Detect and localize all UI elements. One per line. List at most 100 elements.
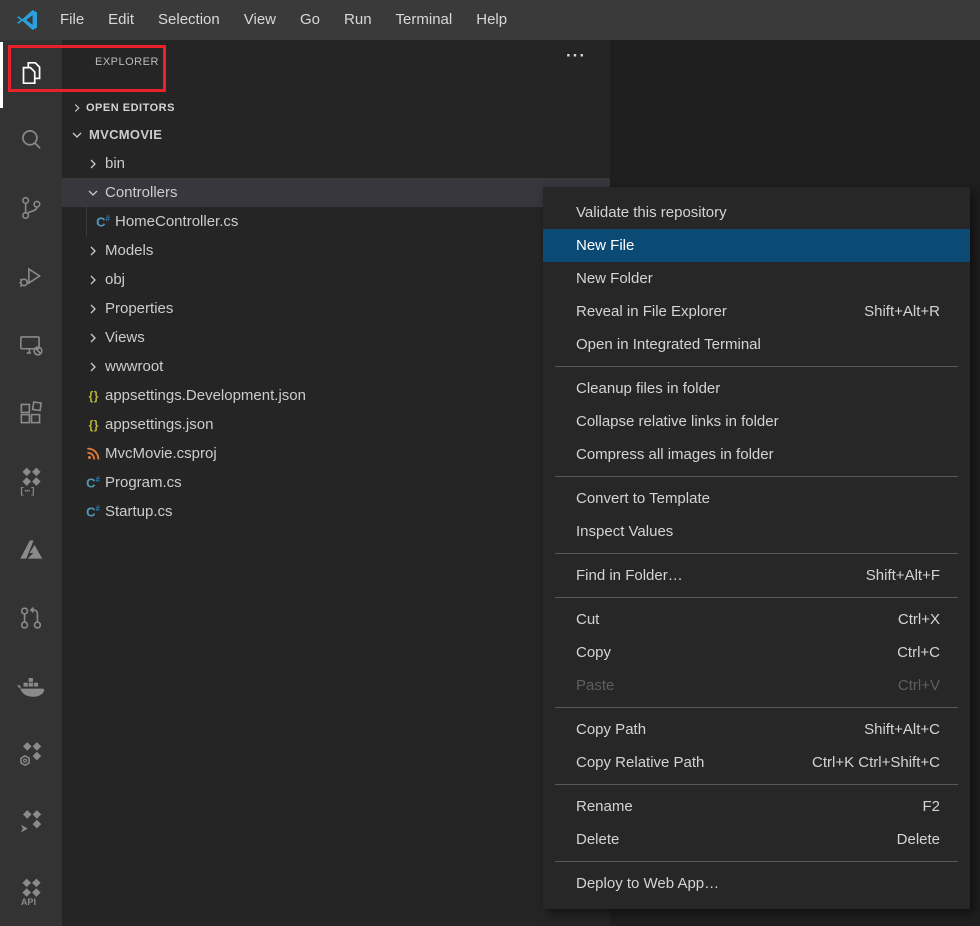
chevron-right-icon xyxy=(84,301,102,317)
menu-item-label: Copy Path xyxy=(576,721,864,738)
menu-item-shortcut: Ctrl+K Ctrl+Shift+C xyxy=(812,754,940,771)
menu-item-find-in-folder[interactable]: Find in Folder…Shift+Alt+F xyxy=(543,559,970,592)
tree-item-homecontroller-cs[interactable]: C#HomeController.cs xyxy=(62,207,610,236)
json-icon: { } xyxy=(84,416,102,434)
menu-terminal[interactable]: Terminal xyxy=(384,0,465,40)
activity-extensions-button[interactable] xyxy=(0,379,62,447)
azure-icon xyxy=(16,535,46,565)
title-bar: FileEditSelectionViewGoRunTerminalHelp xyxy=(0,0,980,40)
activity-github-pull-requests-button[interactable] xyxy=(0,584,62,652)
tree-item-label: Views xyxy=(105,329,145,346)
menu-item-delete[interactable]: DeleteDelete xyxy=(543,823,970,856)
menu-item-label: Cleanup files in folder xyxy=(576,380,940,397)
menu-item-label: Deploy to Web App… xyxy=(576,875,940,892)
menu-item-shortcut: F2 xyxy=(922,798,940,815)
tree-item-mvcmovie-csproj[interactable]: MvcMovie.csproj xyxy=(62,439,610,468)
activity-source-control-button[interactable] xyxy=(0,174,62,242)
vscode-logo-icon xyxy=(14,7,40,33)
activity-run-debug-button[interactable] xyxy=(0,242,62,310)
menu-item-label: Open in Integrated Terminal xyxy=(576,336,940,353)
menu-item-label: Paste xyxy=(576,677,898,694)
svg-text:[⋯]: [⋯] xyxy=(19,486,35,497)
tree-item-label: bin xyxy=(105,155,125,172)
tree-item-label: wwwroot xyxy=(105,358,163,375)
activity-explorer-button[interactable] xyxy=(0,40,62,105)
menu-help[interactable]: Help xyxy=(464,0,519,40)
menu-selection[interactable]: Selection xyxy=(146,0,232,40)
activity-remote-explorer-button[interactable] xyxy=(0,311,62,379)
context-menu: Validate this repository New File New Fold… xyxy=(543,187,970,909)
menu-view[interactable]: View xyxy=(232,0,288,40)
menu-item-shortcut: Shift+Alt+F xyxy=(866,567,940,584)
activity-api-management-button[interactable]: API xyxy=(0,858,62,926)
more-actions-icon[interactable]: ··· xyxy=(566,46,586,66)
json-icon: { } xyxy=(84,387,102,405)
menu-item-shortcut: Shift+Alt+R xyxy=(864,303,940,320)
menu-separator xyxy=(555,553,958,554)
menu-item-label: Cut xyxy=(576,611,898,628)
menu-item-label: Compress all images in folder xyxy=(576,446,940,463)
menu-item-deploy-to-web-app[interactable]: Deploy to Web App… xyxy=(543,867,970,900)
activity-azure-cli-button[interactable]: [⋯] xyxy=(0,447,62,515)
menu-separator xyxy=(555,597,958,598)
tree-item-wwwroot[interactable]: wwwroot xyxy=(62,352,610,381)
menu-item-new-folder[interactable]: New Folder xyxy=(543,262,970,295)
menu-item-rename[interactable]: RenameF2 xyxy=(543,790,970,823)
menu-item-label: Inspect Values xyxy=(576,523,940,540)
menu-item-label: Copy Relative Path xyxy=(576,754,812,771)
menu-item-copy-relative-path[interactable]: Copy Relative PathCtrl+K Ctrl+Shift+C xyxy=(543,746,970,779)
csproj-icon xyxy=(84,445,102,463)
tree-item-appsettings-development-json[interactable]: { }appsettings.Development.json xyxy=(62,381,610,410)
tree-item-mvcmovie[interactable]: MVCMOVIE xyxy=(62,120,610,149)
chevron-right-icon xyxy=(84,272,102,288)
tree-item-controllers[interactable]: Controllers xyxy=(62,178,610,207)
svg-text:API: API xyxy=(21,897,36,907)
menu-item-compress-all-images-in-folder[interactable]: Compress all images in folder xyxy=(543,438,970,471)
activity-azure-button[interactable] xyxy=(0,516,62,584)
menu-run[interactable]: Run xyxy=(332,0,384,40)
menu-item-inspect-values[interactable]: Inspect Values xyxy=(543,515,970,548)
activity-docker-button[interactable] xyxy=(0,652,62,720)
menu-item-new-file[interactable]: New File xyxy=(543,229,970,262)
menu-item-copy[interactable]: CopyCtrl+C xyxy=(543,636,970,669)
tree-item-obj[interactable]: obj xyxy=(62,265,610,294)
tree-item-bin[interactable]: bin xyxy=(62,149,610,178)
activity-search-button[interactable] xyxy=(0,105,62,173)
menu-item-cleanup-files-in-folder[interactable]: Cleanup files in folder xyxy=(543,372,970,405)
open-editors-section[interactable]: OPEN EDITORS xyxy=(62,95,610,120)
tree-item-label: Properties xyxy=(105,300,173,317)
activity-bar: [⋯] API xyxy=(0,40,62,926)
menu-item-label: New File xyxy=(576,237,940,254)
menu-item-label: Copy xyxy=(576,644,897,661)
remote-explorer-icon xyxy=(16,330,46,360)
menu-item-cut[interactable]: CutCtrl+X xyxy=(543,603,970,636)
menu-item-label: Reveal in File Explorer xyxy=(576,303,864,320)
search-icon xyxy=(16,125,46,155)
menu-item-copy-path[interactable]: Copy PathShift+Alt+C xyxy=(543,713,970,746)
menu-separator xyxy=(555,366,958,367)
menu-item-convert-to-template[interactable]: Convert to Template xyxy=(543,482,970,515)
menu-item-validate-this-repository[interactable]: Validate this repository xyxy=(543,196,970,229)
tree-item-properties[interactable]: Properties xyxy=(62,294,610,323)
activity-azure-resources-button[interactable] xyxy=(0,721,62,789)
tree-item-models[interactable]: Models xyxy=(62,236,610,265)
menu-item-label: New Folder xyxy=(576,270,940,287)
menu-item-reveal-in-file-explorer[interactable]: Reveal in File ExplorerShift+Alt+R xyxy=(543,295,970,328)
azure-cli-icon: [⋯] xyxy=(16,466,46,496)
menu-item-open-in-integrated-terminal[interactable]: Open in Integrated Terminal xyxy=(543,328,970,361)
tree-item-program-cs[interactable]: C#Program.cs xyxy=(62,468,610,497)
menu-go[interactable]: Go xyxy=(288,0,332,40)
activity-azure-pipelines-button[interactable] xyxy=(0,789,62,857)
menu-item-collapse-relative-links-in-folder[interactable]: Collapse relative links in folder xyxy=(543,405,970,438)
chevron-right-icon xyxy=(84,156,102,172)
file-tree: MVCMOVIE bin ControllersC#HomeController.c… xyxy=(62,120,610,526)
explorer-sidebar: EXPLORER ··· OPEN EDITORS MVCMOVIEbinCon… xyxy=(62,40,610,926)
chevron-right-icon xyxy=(84,243,102,259)
tree-item-views[interactable]: Views xyxy=(62,323,610,352)
menu-file[interactable]: File xyxy=(48,0,96,40)
tree-item-appsettings-json[interactable]: { }appsettings.json xyxy=(62,410,610,439)
tree-item-startup-cs[interactable]: C#Startup.cs xyxy=(62,497,610,526)
source-control-icon xyxy=(16,193,46,223)
menu-edit[interactable]: Edit xyxy=(96,0,146,40)
indent-guide xyxy=(86,207,87,236)
